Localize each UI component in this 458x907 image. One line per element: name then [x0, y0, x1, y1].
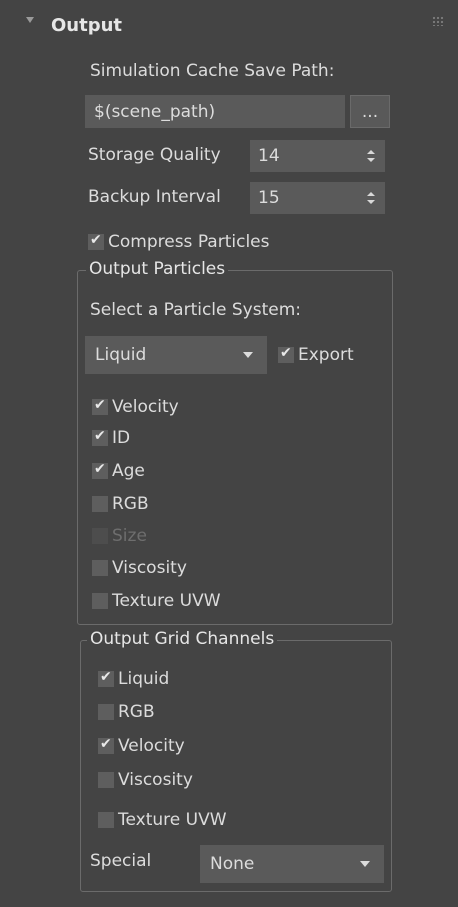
compress-particles-label: Compress Particles — [108, 232, 270, 252]
backup-interval-value[interactable]: 15 — [258, 188, 280, 208]
grid-channel-velocity[interactable]: Velocity — [98, 736, 185, 756]
select-particle-system-label: Select a Particle System: — [90, 300, 302, 320]
grid-channel-rgb[interactable]: RGB — [98, 702, 155, 722]
particle-system-value[interactable]: Liquid — [95, 345, 146, 365]
backup-interval-spinner[interactable]: 15 — [250, 182, 385, 214]
particle-channel-rgb[interactable]: RGB — [92, 494, 149, 514]
checkbox-box[interactable] — [92, 560, 108, 576]
particle-channel-viscosity[interactable]: Viscosity — [92, 558, 187, 578]
checkbox-box[interactable] — [98, 812, 114, 828]
storage-quality-value[interactable]: 14 — [258, 146, 280, 166]
grid-channel-texture-uvw[interactable]: Texture UVW — [98, 810, 227, 830]
chevron-down-icon[interactable] — [243, 352, 253, 358]
spinner-arrows-icon[interactable] — [367, 192, 375, 204]
particle-channel-size: Size — [92, 526, 147, 546]
special-value[interactable]: None — [210, 854, 254, 874]
check-icon[interactable] — [98, 669, 114, 687]
browse-button[interactable]: ... — [350, 95, 390, 128]
particle-channel-texture-uvw[interactable]: Texture UVW — [92, 591, 221, 611]
checkbox-box — [92, 528, 108, 544]
checkbox-box[interactable] — [98, 772, 114, 788]
particle-channel-age[interactable]: Age — [92, 461, 145, 481]
channel-label: RGB — [112, 494, 149, 514]
check-icon[interactable] — [98, 736, 114, 754]
channel-label: ID — [112, 428, 131, 448]
export-checkbox[interactable]: Export — [278, 345, 354, 365]
collapse-triangle-icon[interactable] — [26, 17, 34, 23]
check-icon[interactable] — [278, 345, 294, 363]
drag-grip-icon[interactable] — [432, 16, 444, 26]
particle-system-dropdown[interactable]: Liquid — [85, 336, 267, 374]
channel-label: Liquid — [118, 669, 170, 689]
channel-label: Velocity — [118, 736, 185, 756]
special-dropdown[interactable]: None — [200, 845, 384, 883]
channel-label: Viscosity — [112, 558, 187, 578]
particle-channel-id[interactable]: ID — [92, 428, 130, 448]
check-icon[interactable] — [92, 428, 108, 446]
compress-particles-checkbox[interactable]: Compress Particles — [88, 232, 269, 252]
checkbox-box[interactable] — [92, 496, 108, 512]
storage-quality-label: Storage Quality — [88, 145, 221, 165]
output-grid-title: Output Grid Channels — [87, 629, 278, 649]
output-particles-title: Output Particles — [86, 259, 229, 279]
check-icon[interactable] — [92, 397, 108, 415]
export-label: Export — [298, 345, 354, 365]
channel-label: Age — [112, 461, 145, 481]
chevron-down-icon[interactable] — [360, 861, 370, 867]
spinner-arrows-icon[interactable] — [367, 150, 375, 162]
backup-interval-label: Backup Interval — [88, 187, 221, 207]
check-icon[interactable] — [92, 461, 108, 479]
cache-path-label: Simulation Cache Save Path: — [90, 61, 335, 81]
channel-label: Viscosity — [118, 770, 193, 790]
channel-label: Texture UVW — [118, 810, 227, 830]
checkbox-box[interactable] — [98, 704, 114, 720]
grid-channel-liquid[interactable]: Liquid — [98, 669, 169, 689]
storage-quality-spinner[interactable]: 14 — [250, 140, 385, 172]
cache-path-input[interactable]: $(scene_path) — [85, 95, 345, 128]
special-label: Special — [90, 851, 152, 871]
grid-channel-viscosity[interactable]: Viscosity — [98, 770, 193, 790]
checkbox-box[interactable] — [92, 593, 108, 609]
particle-channel-velocity[interactable]: Velocity — [92, 397, 179, 417]
channel-label: Velocity — [112, 397, 179, 417]
channel-label: Texture UVW — [112, 591, 221, 611]
rollout-title[interactable]: Output — [51, 15, 122, 36]
channel-label: Size — [112, 526, 147, 546]
channel-label: RGB — [118, 702, 155, 722]
check-icon[interactable] — [88, 232, 104, 250]
